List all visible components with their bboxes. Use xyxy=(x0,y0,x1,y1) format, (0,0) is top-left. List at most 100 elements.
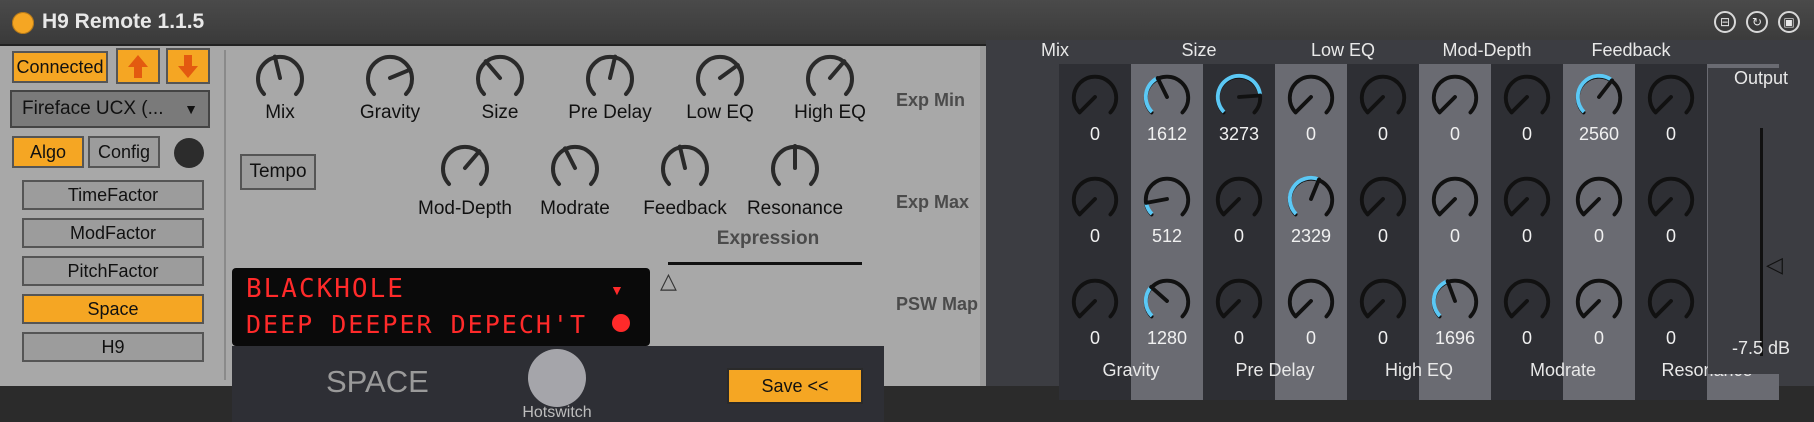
mapping-panel: Mix Size Low EQ Mod-Depth Feedback Gravity Pre… xyxy=(986,40,1814,400)
mapping-value: 0 xyxy=(1521,328,1532,348)
factor-button-h9[interactable]: H9 xyxy=(22,332,204,362)
output-label: Output xyxy=(1733,68,1789,88)
mapping-knob[interactable] xyxy=(1500,274,1554,333)
knob-resonance[interactable] xyxy=(767,140,823,201)
mapping-knob[interactable] xyxy=(1140,172,1194,231)
mapping-knob[interactable] xyxy=(1284,70,1338,129)
expression-handle-icon[interactable]: △ xyxy=(660,268,677,294)
mapping-value: 0 xyxy=(1665,124,1676,144)
mapping-knob[interactable] xyxy=(1428,274,1482,333)
mapping-knob[interactable] xyxy=(1644,172,1698,231)
knob-feedback[interactable] xyxy=(657,140,713,201)
mapping-knob[interactable] xyxy=(1572,172,1626,231)
arrow-up-icon[interactable] xyxy=(116,48,160,84)
mapping-value: 0 xyxy=(1593,328,1604,348)
output-section: Output ◁ xyxy=(1708,68,1814,374)
mapping-value: 0 xyxy=(1089,226,1100,246)
pin-icon[interactable]: ⊟ xyxy=(1714,11,1736,33)
record-icon[interactable] xyxy=(612,314,630,332)
mapping-knob[interactable] xyxy=(1356,172,1410,231)
mapping-knob[interactable] xyxy=(1212,274,1266,333)
mapping-value: 1612 xyxy=(1146,124,1188,144)
mapping-value: 0 xyxy=(1305,124,1316,144)
knob-label: Gravity xyxy=(359,102,421,123)
mapping-knob[interactable] xyxy=(1572,70,1626,129)
mapping-knob[interactable] xyxy=(1212,70,1266,129)
preset-display[interactable]: BLACKHOLE ▼ DEEP DEEPER DEPECH'T xyxy=(232,268,650,346)
chevron-down-icon: ▼ xyxy=(184,101,198,117)
knob-label: High EQ xyxy=(794,102,866,123)
save-button[interactable]: Save << xyxy=(727,368,863,404)
mapping-row-label: Exp Min xyxy=(896,90,966,110)
mapping-value: 2560 xyxy=(1578,124,1620,144)
mapping-value: 0 xyxy=(1521,124,1532,144)
algorithm-name: SPACE xyxy=(326,364,429,399)
mapping-header-bottom: Pre Delay xyxy=(1235,360,1315,380)
mapping-knob[interactable] xyxy=(1428,172,1482,231)
mapping-value: 1696 xyxy=(1434,328,1476,348)
output-handle-icon[interactable]: ◁ xyxy=(1766,252,1783,278)
knob-mod-depth[interactable] xyxy=(437,140,493,201)
knob-label: Modrate xyxy=(540,198,610,219)
mapping-value: 0 xyxy=(1233,226,1244,246)
mapping-header-bottom: Gravity xyxy=(1102,360,1160,380)
factor-button-space[interactable]: Space xyxy=(22,294,204,324)
mapping-knob[interactable] xyxy=(1572,274,1626,333)
mapping-value: 0 xyxy=(1377,226,1388,246)
tab-config[interactable]: Config xyxy=(88,136,160,168)
mapping-knob[interactable] xyxy=(1500,70,1554,129)
mapping-value: 0 xyxy=(1665,328,1676,348)
tab-algo[interactable]: Algo xyxy=(12,136,84,168)
mapping-header-bottom: Modrate xyxy=(1529,360,1597,380)
chevron-down-icon[interactable]: ▼ xyxy=(610,282,624,298)
window-title: H9 Remote 1.1.5 xyxy=(42,10,205,33)
mapping-knob[interactable] xyxy=(1140,70,1194,129)
mapping-value: 512 xyxy=(1151,226,1183,246)
mapping-knob[interactable] xyxy=(1212,172,1266,231)
interface-select-value: Fireface UCX (... xyxy=(22,98,164,119)
mapping-value: 0 xyxy=(1305,328,1316,348)
factor-button-modfactor[interactable]: ModFactor xyxy=(22,218,204,248)
knob-label: Feedback xyxy=(643,198,727,219)
expression-label: Expression xyxy=(716,228,820,249)
mapping-knob[interactable] xyxy=(1644,70,1698,129)
mapping-knob[interactable] xyxy=(1284,274,1338,333)
mapping-header-top: Size xyxy=(1181,40,1217,60)
editor-panel: Connected Fireface UCX (... ▼ Algo Confi… xyxy=(0,46,980,422)
mapping-knob[interactable] xyxy=(1500,172,1554,231)
preset-bank: BLACKHOLE xyxy=(246,274,405,304)
mapping-value: 0 xyxy=(1665,226,1676,246)
arrow-down-icon[interactable] xyxy=(166,48,210,84)
mapping-header-top: Feedback xyxy=(1591,40,1671,60)
knob-label: Resonance xyxy=(746,198,844,219)
mapping-knob[interactable] xyxy=(1428,70,1482,129)
knob-modrate[interactable] xyxy=(547,140,603,201)
refresh-icon[interactable]: ↻ xyxy=(1746,11,1768,33)
connection-status-button[interactable]: Connected xyxy=(12,51,108,83)
mapping-knob[interactable] xyxy=(1140,274,1194,333)
hotswitch-button[interactable] xyxy=(528,349,586,407)
factor-button-timefactor[interactable]: TimeFactor xyxy=(22,180,204,210)
mapping-knob[interactable] xyxy=(1356,274,1410,333)
knob-label: Size xyxy=(481,102,519,123)
mapping-value: 0 xyxy=(1089,124,1100,144)
mapping-knob[interactable] xyxy=(1068,70,1122,129)
mapping-header-bottom: High EQ xyxy=(1384,360,1454,380)
mapping-knob[interactable] xyxy=(1068,274,1122,333)
output-meter[interactable] xyxy=(1760,128,1763,356)
window-close-icon[interactable] xyxy=(12,12,34,34)
mapping-knob[interactable] xyxy=(1284,172,1338,231)
hotswitch-label: Hotswitch xyxy=(522,404,592,421)
save-icon[interactable]: ▣ xyxy=(1778,11,1800,33)
tempo-button[interactable]: Tempo xyxy=(240,154,316,190)
mapping-knob[interactable] xyxy=(1356,70,1410,129)
knob-label: Pre Delay xyxy=(568,102,652,123)
mapping-knob[interactable] xyxy=(1068,172,1122,231)
mapping-header-top: Mod-Depth xyxy=(1442,40,1532,60)
app-window: H9 Remote 1.1.5 ⊟ ↻ ▣ Connected Fireface… xyxy=(0,0,1814,422)
mapping-knob[interactable] xyxy=(1644,274,1698,333)
expression-slider[interactable] xyxy=(668,262,862,265)
knob-label: Mix xyxy=(265,102,295,123)
factor-button-pitchfactor[interactable]: PitchFactor xyxy=(22,256,204,286)
interface-select[interactable]: Fireface UCX (... ▼ xyxy=(10,90,210,128)
